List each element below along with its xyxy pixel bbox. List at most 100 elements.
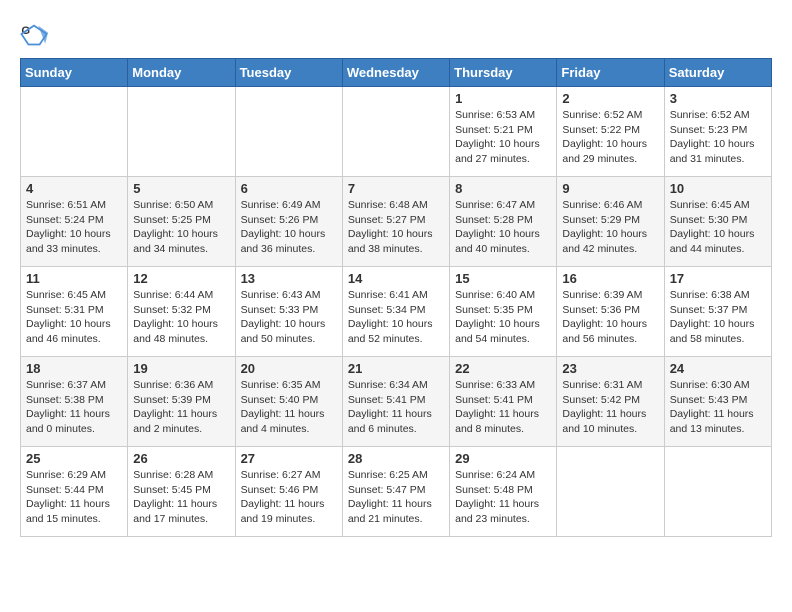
day-number: 23 <box>562 361 658 376</box>
day-header-monday: Monday <box>128 59 235 87</box>
calendar-cell: 15 Sunrise: 6:40 AM Sunset: 5:35 PM Dayli… <box>450 267 557 357</box>
day-info: Sunrise: 6:25 AM Sunset: 5:47 PM Dayligh… <box>348 468 444 527</box>
calendar-cell <box>342 87 449 177</box>
day-number: 2 <box>562 91 658 106</box>
day-header-wednesday: Wednesday <box>342 59 449 87</box>
day-number: 15 <box>455 271 551 286</box>
page-header: G <box>20 20 772 48</box>
day-info: Sunrise: 6:53 AM Sunset: 5:21 PM Dayligh… <box>455 108 551 167</box>
day-info: Sunrise: 6:40 AM Sunset: 5:35 PM Dayligh… <box>455 288 551 347</box>
calendar-cell: 24Sunrise: 6:30 AM Sunset: 5:43 PM Dayli… <box>664 357 771 447</box>
day-number: 11 <box>26 271 122 286</box>
day-info: Sunrise: 6:45 AM Sunset: 5:30 PM Dayligh… <box>670 198 766 257</box>
calendar-header-row: SundayMondayTuesdayWednesdayThursdayFrid… <box>21 59 772 87</box>
day-info: Sunrise: 6:51 AM Sunset: 5:24 PM Dayligh… <box>26 198 122 257</box>
day-number: 6 <box>241 181 337 196</box>
calendar-cell: 28 Sunrise: 6:25 AM Sunset: 5:47 PM Dayli… <box>342 447 449 537</box>
calendar-cell: 7 Sunrise: 6:48 AM Sunset: 5:27 PM Daylig… <box>342 177 449 267</box>
day-number: 1 <box>455 91 551 106</box>
day-number: 7 <box>348 181 444 196</box>
day-info: Sunrise: 6:37 AM Sunset: 5:38 PM Dayligh… <box>26 378 122 437</box>
logo-icon: G <box>20 20 48 48</box>
calendar-cell: 2 Sunrise: 6:52 AM Sunset: 5:22 PM Daylig… <box>557 87 664 177</box>
day-info: Sunrise: 6:52 AM Sunset: 5:22 PM Dayligh… <box>562 108 658 167</box>
calendar-cell: 18 Sunrise: 6:37 AM Sunset: 5:38 PM Dayli… <box>21 357 128 447</box>
day-number: 14 <box>348 271 444 286</box>
day-info: Sunrise: 6:47 AM Sunset: 5:28 PM Dayligh… <box>455 198 551 257</box>
calendar-cell: 4 Sunrise: 6:51 AM Sunset: 5:24 PM Daylig… <box>21 177 128 267</box>
calendar-week-3: 11 Sunrise: 6:45 AM Sunset: 5:31 PM Dayli… <box>21 267 772 357</box>
calendar-week-1: 1 Sunrise: 6:53 AM Sunset: 5:21 PM Daylig… <box>21 87 772 177</box>
calendar-cell: 22 Sunrise: 6:33 AM Sunset: 5:41 PM Dayli… <box>450 357 557 447</box>
day-info: Sunrise: 6:34 AM Sunset: 5:41 PM Dayligh… <box>348 378 444 437</box>
calendar-cell: 8 Sunrise: 6:47 AM Sunset: 5:28 PM Daylig… <box>450 177 557 267</box>
day-number: 13 <box>241 271 337 286</box>
day-header-tuesday: Tuesday <box>235 59 342 87</box>
calendar-week-4: 18 Sunrise: 6:37 AM Sunset: 5:38 PM Dayli… <box>21 357 772 447</box>
day-number: 26 <box>133 451 229 466</box>
calendar-cell: 25Sunrise: 6:29 AM Sunset: 5:44 PM Dayli… <box>21 447 128 537</box>
day-info: Sunrise: 6:31 AM Sunset: 5:42 PM Dayligh… <box>562 378 658 437</box>
calendar-cell: 29 Sunrise: 6:24 AM Sunset: 5:48 PM Dayli… <box>450 447 557 537</box>
day-number: 8 <box>455 181 551 196</box>
day-number: 19 <box>133 361 229 376</box>
day-info: Sunrise: 6:35 AM Sunset: 5:40 PM Dayligh… <box>241 378 337 437</box>
day-number: 10 <box>670 181 766 196</box>
day-number: 28 <box>348 451 444 466</box>
calendar-cell: 3 Sunrise: 6:52 AM Sunset: 5:23 PM Daylig… <box>664 87 771 177</box>
day-number: 16 <box>562 271 658 286</box>
day-info: Sunrise: 6:28 AM Sunset: 5:45 PM Dayligh… <box>133 468 229 527</box>
calendar-cell: 20 Sunrise: 6:35 AM Sunset: 5:40 PM Dayli… <box>235 357 342 447</box>
calendar-cell: 19 Sunrise: 6:36 AM Sunset: 5:39 PM Dayli… <box>128 357 235 447</box>
calendar-cell: 12Sunrise: 6:44 AM Sunset: 5:32 PM Dayli… <box>128 267 235 357</box>
calendar-cell <box>128 87 235 177</box>
calendar-cell: 5 Sunrise: 6:50 AM Sunset: 5:25 PM Daylig… <box>128 177 235 267</box>
day-info: Sunrise: 6:48 AM Sunset: 5:27 PM Dayligh… <box>348 198 444 257</box>
day-info: Sunrise: 6:24 AM Sunset: 5:48 PM Dayligh… <box>455 468 551 527</box>
day-number: 5 <box>133 181 229 196</box>
day-info: Sunrise: 6:50 AM Sunset: 5:25 PM Dayligh… <box>133 198 229 257</box>
calendar-cell: 23 Sunrise: 6:31 AM Sunset: 5:42 PM Dayli… <box>557 357 664 447</box>
calendar-cell: 16 Sunrise: 6:39 AM Sunset: 5:36 PM Dayli… <box>557 267 664 357</box>
day-number: 12 <box>133 271 229 286</box>
day-info: Sunrise: 6:41 AM Sunset: 5:34 PM Dayligh… <box>348 288 444 347</box>
day-info: Sunrise: 6:39 AM Sunset: 5:36 PM Dayligh… <box>562 288 658 347</box>
day-number: 29 <box>455 451 551 466</box>
day-header-friday: Friday <box>557 59 664 87</box>
calendar-cell: 10 Sunrise: 6:45 AM Sunset: 5:30 PM Dayli… <box>664 177 771 267</box>
calendar-cell: 1 Sunrise: 6:53 AM Sunset: 5:21 PM Daylig… <box>450 87 557 177</box>
calendar-cell: 9Sunrise: 6:46 AM Sunset: 5:29 PM Daylig… <box>557 177 664 267</box>
calendar-cell: 14 Sunrise: 6:41 AM Sunset: 5:34 PM Dayli… <box>342 267 449 357</box>
day-info: Sunrise: 6:43 AM Sunset: 5:33 PM Dayligh… <box>241 288 337 347</box>
day-number: 21 <box>348 361 444 376</box>
day-number: 27 <box>241 451 337 466</box>
day-info: Sunrise: 6:46 AM Sunset: 5:29 PM Dayligh… <box>562 198 658 257</box>
calendar-cell <box>557 447 664 537</box>
day-number: 3 <box>670 91 766 106</box>
calendar-cell: 11 Sunrise: 6:45 AM Sunset: 5:31 PM Dayli… <box>21 267 128 357</box>
calendar-cell: 6 Sunrise: 6:49 AM Sunset: 5:26 PM Daylig… <box>235 177 342 267</box>
calendar-table: SundayMondayTuesdayWednesdayThursdayFrid… <box>20 58 772 537</box>
calendar-cell: 26 Sunrise: 6:28 AM Sunset: 5:45 PM Dayli… <box>128 447 235 537</box>
day-info: Sunrise: 6:36 AM Sunset: 5:39 PM Dayligh… <box>133 378 229 437</box>
day-info: Sunrise: 6:30 AM Sunset: 5:43 PM Dayligh… <box>670 378 766 437</box>
calendar-cell <box>664 447 771 537</box>
day-number: 17 <box>670 271 766 286</box>
day-info: Sunrise: 6:29 AM Sunset: 5:44 PM Dayligh… <box>26 468 122 527</box>
calendar-cell <box>21 87 128 177</box>
day-info: Sunrise: 6:38 AM Sunset: 5:37 PM Dayligh… <box>670 288 766 347</box>
day-info: Sunrise: 6:52 AM Sunset: 5:23 PM Dayligh… <box>670 108 766 167</box>
day-header-sunday: Sunday <box>21 59 128 87</box>
day-number: 20 <box>241 361 337 376</box>
day-number: 22 <box>455 361 551 376</box>
calendar-cell: 27 Sunrise: 6:27 AM Sunset: 5:46 PM Dayli… <box>235 447 342 537</box>
calendar-cell: 17 Sunrise: 6:38 AM Sunset: 5:37 PM Dayli… <box>664 267 771 357</box>
day-info: Sunrise: 6:33 AM Sunset: 5:41 PM Dayligh… <box>455 378 551 437</box>
day-info: Sunrise: 6:27 AM Sunset: 5:46 PM Dayligh… <box>241 468 337 527</box>
day-info: Sunrise: 6:45 AM Sunset: 5:31 PM Dayligh… <box>26 288 122 347</box>
day-info: Sunrise: 6:49 AM Sunset: 5:26 PM Dayligh… <box>241 198 337 257</box>
calendar-week-2: 4 Sunrise: 6:51 AM Sunset: 5:24 PM Daylig… <box>21 177 772 267</box>
calendar-cell <box>235 87 342 177</box>
day-number: 18 <box>26 361 122 376</box>
day-number: 4 <box>26 181 122 196</box>
